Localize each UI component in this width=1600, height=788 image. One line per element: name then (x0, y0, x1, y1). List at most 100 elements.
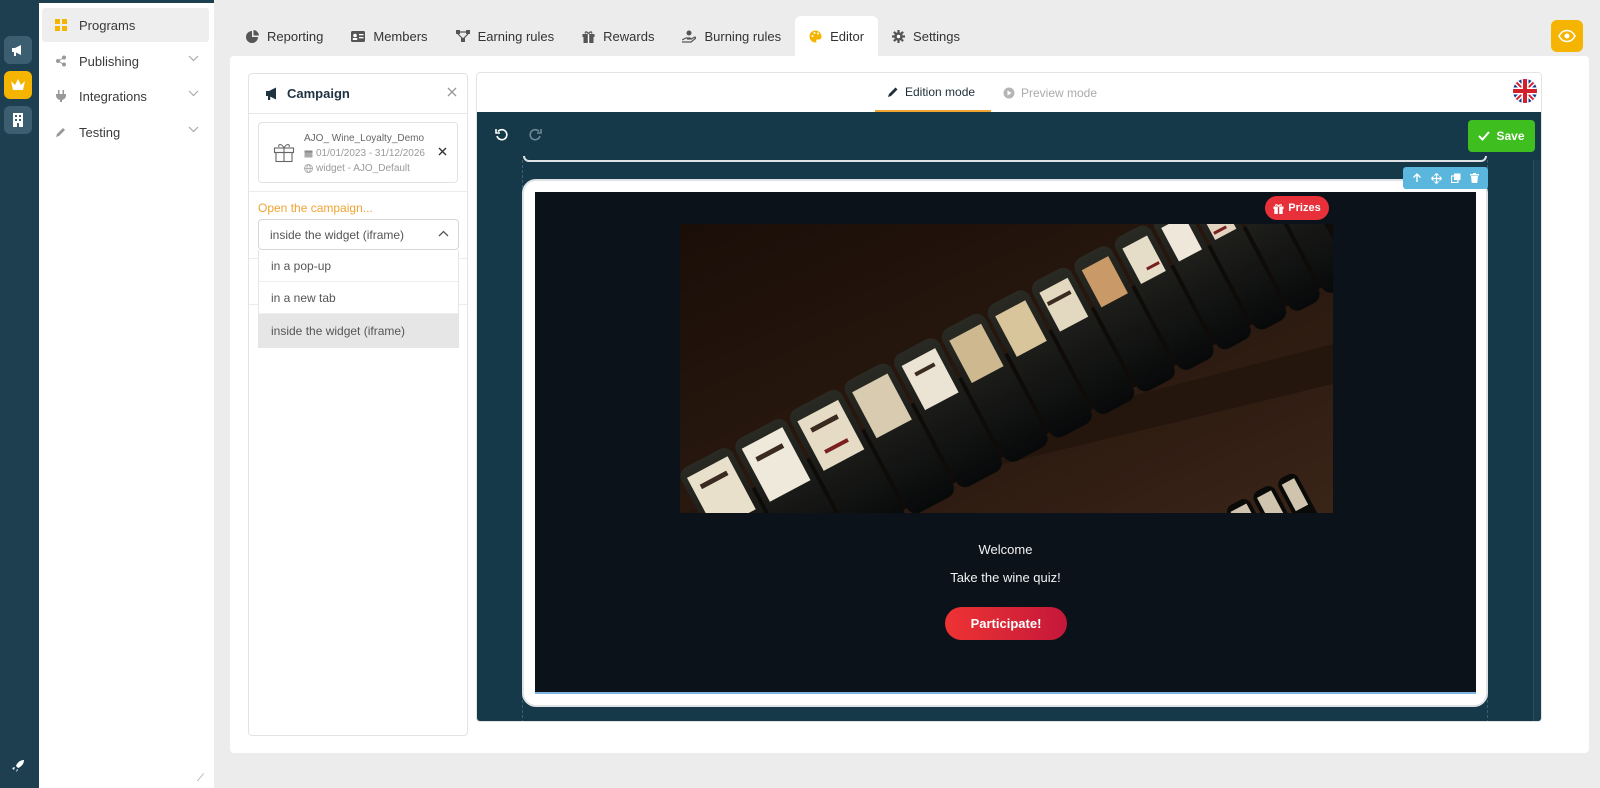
tab-label: Burning rules (704, 28, 782, 44)
edition-mode-label: Edition mode (905, 84, 976, 99)
palette-icon (809, 30, 822, 43)
chevron-up-icon (438, 230, 449, 237)
tab-label: Settings (913, 28, 961, 44)
tab-label: Earning rules (477, 28, 555, 44)
move-up-icon[interactable] (1412, 173, 1422, 183)
quiz-text: Take the wine quiz! (950, 570, 1061, 585)
rail-rocket-button[interactable] (8, 756, 28, 776)
rail-campaigns-button[interactable] (4, 36, 32, 64)
campaign-dates: 01/01/2023 - 31/12/2026 (304, 148, 425, 159)
drag-move-icon[interactable] (1430, 172, 1442, 184)
tab-burning-rules[interactable]: Burning rules (668, 16, 795, 56)
uk-flag-icon[interactable] (1513, 79, 1537, 103)
share-icon (53, 53, 69, 69)
grid-icon (53, 17, 69, 33)
sidebar-resize-handle[interactable]: ⟋ (197, 773, 204, 784)
chevron-down-icon (188, 126, 199, 133)
tab-editor[interactable]: Editor (795, 16, 879, 56)
open-campaign-dropdown: in a pop-up in a new tab inside the widg… (258, 250, 459, 348)
building-icon (13, 113, 23, 127)
redo-icon[interactable] (528, 128, 542, 142)
campaign-widget-text: widget - AJO_Default (316, 163, 410, 174)
pencil-icon (53, 124, 69, 140)
rail-building-button[interactable] (4, 106, 32, 134)
mode-bar: Edition mode Preview mode (477, 73, 1541, 112)
save-button[interactable]: Save (1468, 120, 1535, 152)
prizes-badge[interactable]: Prizes (1265, 196, 1329, 220)
sidebar-item-publishing[interactable]: Publishing (42, 44, 209, 78)
wine-bottles-illustration (680, 224, 1333, 513)
campaign-name: AJO_ Wine_Loyalty_Demo (304, 133, 425, 144)
sidebar-item-testing[interactable]: Testing (42, 115, 209, 149)
eye-icon (1558, 29, 1576, 43)
editor-canvas: Save Prizes Welcome Take the wine quiz! … (477, 112, 1541, 721)
calendar-icon (304, 150, 313, 158)
welcome-text: Welcome (978, 542, 1033, 557)
flow-icon (455, 30, 470, 42)
tab-label: Editor (830, 28, 865, 44)
remove-campaign-icon[interactable] (438, 147, 447, 156)
tab-label: Members (373, 28, 428, 44)
check-icon (1478, 131, 1491, 141)
gift-icon (1273, 203, 1284, 214)
main-tabs: Reporting Members Earning rules Rewards … (232, 16, 974, 56)
pie-chart-icon (246, 29, 259, 43)
widget-frame[interactable]: Prizes Welcome Take the wine quiz! Parti… (522, 167, 1488, 707)
tab-rewards[interactable]: Rewards (568, 16, 668, 56)
prizes-label: Prizes (1288, 202, 1321, 214)
globe-icon (304, 164, 313, 173)
previous-block[interactable] (523, 156, 1487, 162)
megaphone-icon (12, 45, 21, 56)
close-icon[interactable] (447, 87, 457, 97)
user-menu-button[interactable] (1551, 20, 1583, 52)
campaign-panel-title: Campaign (287, 86, 350, 101)
main-card: Campaign AJO_ Wine_Loyalty_Demo 01/01/20… (230, 56, 1589, 753)
megaphone-icon (265, 87, 279, 100)
tab-earning-rules[interactable]: Earning rules (442, 16, 569, 56)
rocket-icon (12, 760, 24, 772)
participate-button[interactable]: Participate! (945, 607, 1067, 640)
widget-content: Prizes Welcome Take the wine quiz! Parti… (535, 192, 1476, 694)
block-underline (535, 692, 1476, 694)
option-new-tab[interactable]: in a new tab (259, 282, 458, 314)
undo-icon[interactable] (495, 128, 509, 142)
select-value: inside the widget (iframe) (270, 227, 405, 242)
gift-icon (273, 143, 295, 163)
duplicate-icon[interactable] (1451, 173, 1461, 183)
sidebar-item-label: Integrations (79, 88, 147, 104)
gift-icon (582, 30, 595, 43)
sidebar-item-label: Publishing (79, 53, 139, 69)
campaign-dates-text: 01/01/2023 - 31/12/2026 (316, 148, 425, 159)
tab-settings[interactable]: Settings (878, 16, 974, 56)
tab-reporting[interactable]: Reporting (232, 16, 337, 56)
rail-loyalty-button[interactable] (4, 71, 32, 99)
pencil-icon (887, 86, 899, 98)
campaign-card[interactable]: AJO_ Wine_Loyalty_Demo 01/01/2023 - 31/1… (258, 122, 458, 183)
sidebar-item-programs[interactable]: Programs (42, 8, 209, 42)
canvas-scrollbar[interactable] (1533, 160, 1541, 721)
hand-coin-icon (682, 30, 697, 43)
open-campaign-select[interactable]: inside the widget (iframe) (258, 219, 459, 250)
preview-mode-label: Preview mode (1021, 85, 1098, 100)
chevron-down-icon (188, 55, 199, 62)
sidebar-item-label: Programs (79, 17, 136, 33)
editor-area: Edition mode Preview mode Save Prizes We… (476, 72, 1542, 722)
trash-icon[interactable] (1470, 173, 1480, 183)
option-popup[interactable]: in a pop-up (259, 250, 458, 282)
chevron-down-icon (188, 90, 199, 97)
app-rail (0, 0, 39, 788)
play-circle-icon (1003, 87, 1015, 99)
option-iframe[interactable]: inside the widget (iframe) (259, 314, 458, 347)
block-toolbar (1403, 167, 1488, 189)
sidebar-item-integrations[interactable]: Integrations (42, 79, 209, 113)
campaign-widget: widget - AJO_Default (304, 163, 410, 174)
panel-divider (249, 191, 467, 192)
tab-members[interactable]: Members (337, 16, 441, 56)
wine-bottles-image[interactable] (680, 224, 1333, 513)
open-campaign-label: Open the campaign... (258, 201, 373, 215)
tab-label: Reporting (267, 28, 324, 44)
sidebar-item-label: Testing (79, 124, 121, 140)
edition-mode-tab[interactable]: Edition mode (875, 73, 991, 112)
campaign-panel: Campaign AJO_ Wine_Loyalty_Demo 01/01/20… (248, 73, 468, 736)
preview-mode-tab[interactable]: Preview mode (1003, 73, 1097, 112)
